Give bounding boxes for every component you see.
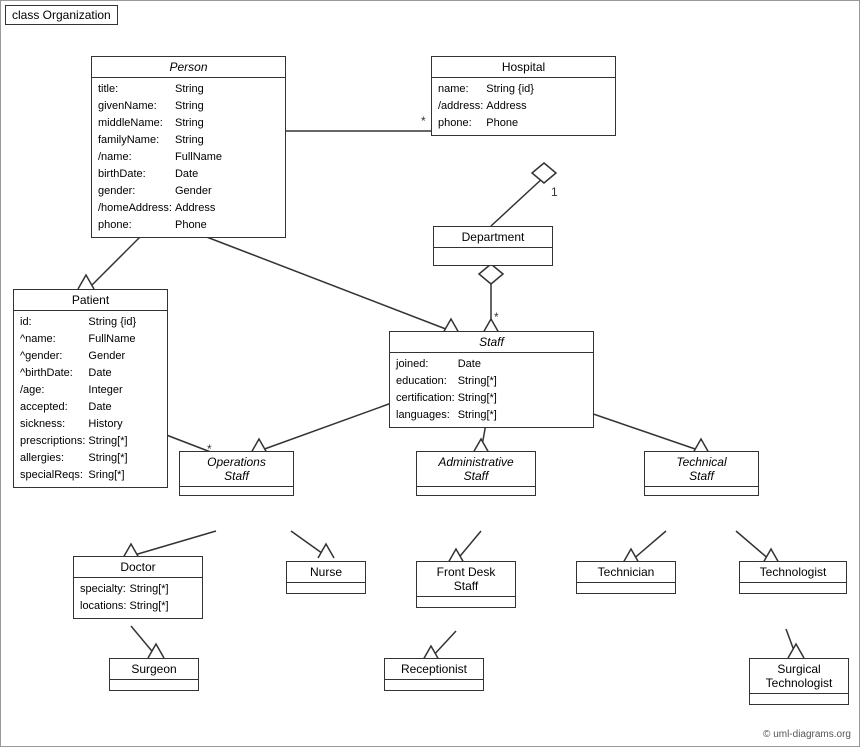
nurse-attrs	[287, 583, 365, 593]
receptionist-attrs	[385, 680, 483, 690]
receptionist-title: Receptionist	[385, 659, 483, 680]
staff-title: Staff	[390, 332, 593, 353]
person-title: Person	[92, 57, 285, 78]
technologist-attrs	[740, 583, 846, 593]
class-staff: Staff joined:Date education:String[*] ce…	[389, 331, 594, 428]
nurse-title: Nurse	[287, 562, 365, 583]
copyright: © uml-diagrams.org	[763, 729, 851, 740]
administrative-staff-title: AdministrativeStaff	[417, 452, 535, 487]
department-title: Department	[434, 227, 552, 248]
diagram-container: class Organization	[0, 0, 860, 747]
class-hospital: Hospital name:String {id} /address:Addre…	[431, 56, 616, 136]
surgical-technologist-attrs	[750, 694, 848, 704]
class-technician: Technician	[576, 561, 676, 594]
patient-title: Patient	[14, 290, 167, 311]
front-desk-staff-attrs	[417, 597, 515, 607]
class-doctor: Doctor specialty:String[*] locations:Str…	[73, 556, 203, 619]
technical-staff-attrs	[645, 487, 758, 495]
class-administrative-staff: AdministrativeStaff	[416, 451, 536, 496]
surgical-technologist-title: SurgicalTechnologist	[750, 659, 848, 694]
department-attrs	[434, 248, 552, 260]
class-surgeon: Surgeon	[109, 658, 199, 691]
class-person: Person title:String givenName:String mid…	[91, 56, 286, 238]
technical-staff-title: TechnicalStaff	[645, 452, 758, 487]
patient-attrs: id:String {id} ^name:FullName ^gender:Ge…	[14, 311, 167, 487]
class-surgical-technologist: SurgicalTechnologist	[749, 658, 849, 705]
class-receptionist: Receptionist	[384, 658, 484, 691]
surgeon-attrs	[110, 680, 198, 690]
technician-attrs	[577, 583, 675, 593]
class-front-desk-staff: Front DeskStaff	[416, 561, 516, 608]
class-nurse: Nurse	[286, 561, 366, 594]
operations-staff-title: OperationsStaff	[180, 452, 293, 487]
svg-text:*: *	[421, 114, 426, 128]
class-patient: Patient id:String {id} ^name:FullName ^g…	[13, 289, 168, 488]
class-technologist: Technologist	[739, 561, 847, 594]
svg-text:1: 1	[551, 185, 558, 199]
person-attrs: title:String givenName:String middleName…	[92, 78, 285, 237]
doctor-title: Doctor	[74, 557, 202, 578]
hospital-title: Hospital	[432, 57, 615, 78]
staff-attrs: joined:Date education:String[*] certific…	[390, 353, 593, 427]
diagram-title: class Organization	[5, 5, 118, 25]
class-technical-staff: TechnicalStaff	[644, 451, 759, 496]
technologist-title: Technologist	[740, 562, 846, 583]
technician-title: Technician	[577, 562, 675, 583]
front-desk-staff-title: Front DeskStaff	[417, 562, 515, 597]
surgeon-title: Surgeon	[110, 659, 198, 680]
svg-text:*: *	[494, 310, 499, 324]
hospital-attrs: name:String {id} /address:Address phone:…	[432, 78, 615, 135]
class-department: Department	[433, 226, 553, 266]
operations-staff-attrs	[180, 487, 293, 495]
doctor-attrs: specialty:String[*] locations:String[*]	[74, 578, 202, 618]
administrative-staff-attrs	[417, 487, 535, 495]
class-operations-staff: OperationsStaff	[179, 451, 294, 496]
